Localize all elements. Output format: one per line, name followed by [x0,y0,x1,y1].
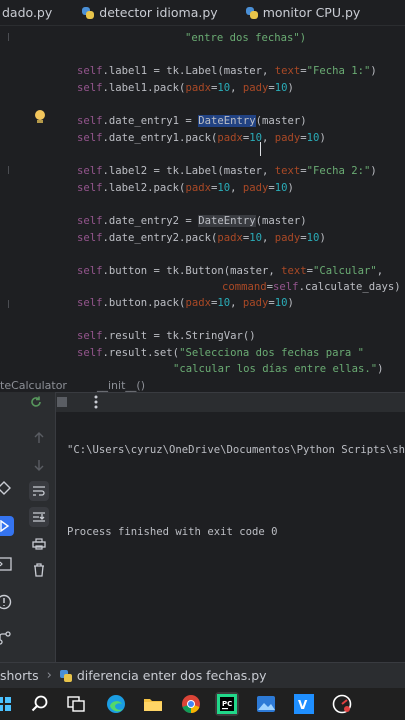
stop-icon[interactable] [52,392,72,412]
scroll-to-end-icon[interactable] [29,507,49,527]
code-line: self.label2 = tk.Label(master, text="Fec… [77,165,377,177]
code-line: self.label2.pack(padx=10, pady=10) [77,182,294,194]
python-file-icon [245,6,258,19]
text-cursor [260,142,266,156]
tab-label: monitor CPU.py [262,5,361,20]
svg-text:V: V [298,698,308,712]
print-icon[interactable] [29,534,49,554]
pycharm-icon[interactable]: PC [215,692,239,716]
navigation-bar: shorts › diferencia enter dos fechas.py [0,662,405,688]
task-view-icon[interactable] [64,692,88,716]
editor-breadcrumb[interactable]: teCalculator __init__() [0,380,405,392]
git-icon[interactable] [0,628,14,648]
code-line: self.date_entry1 = DateEntry(master) [77,115,307,127]
code-line: self.date_entry2.pack(padx=10, pady=10) [77,232,326,244]
python-file-icon [82,6,95,19]
python-packages-icon[interactable] [0,478,14,498]
edge-browser-icon[interactable] [104,692,128,716]
console-exit-message: Process finished with exit code 0 [67,526,278,538]
code-line: self.button.pack(padx=10, pady=10) [77,297,294,309]
code-line: self.label1.pack(padx=10, pady=10) [77,82,294,94]
code-line: self.label1 = tk.Label(master, text="Fec… [77,65,377,77]
chrome-icon[interactable] [179,692,203,716]
tab-label: detector idioma.py [99,5,218,20]
nav-folder[interactable]: shorts [0,668,39,683]
code-content: "entre dos fechas") self.label1 = tk.Lab… [0,27,405,375]
chevron-right-icon: › [46,668,52,683]
tool-window-strip [0,470,14,660]
nav-file[interactable]: diferencia enter dos fechas.py [77,668,267,683]
code-line: "entre dos fechas") [185,32,307,44]
arrow-up-icon[interactable] [29,428,49,448]
code-line: "calcular los días entre ellas.") [173,363,384,375]
python-file-icon [59,669,72,682]
svg-text:PC: PC [222,700,232,708]
code-line: self.result.set("Selecciona dos fechas p… [77,347,365,359]
code-line: command=self.calculate_days) [222,281,401,293]
trash-icon[interactable] [29,560,49,580]
console-command: "C:\Users\cyruz\OneDrive\Documentos\Pyth… [67,444,405,456]
code-editor[interactable]: "entre dos fechas") self.label1 = tk.Lab… [0,27,405,380]
arrow-down-icon[interactable] [29,455,49,475]
tab-dado[interactable]: dado.py [0,0,62,25]
run-window-icon[interactable] [0,516,14,536]
search-icon[interactable] [28,692,52,716]
highlighted-usage: DateEntry [198,215,256,227]
code-line: self.button = tk.Button(master, text="Ca… [77,265,384,277]
soft-wrap-icon[interactable] [29,481,49,501]
windows-start-icon[interactable] [0,692,16,716]
tab-detector-idioma[interactable]: detector idioma.py [62,0,227,25]
code-line: self.date_entry1.pack(padx=10, pady=10) [77,132,326,144]
terminal-icon[interactable] [0,554,14,574]
breadcrumb-class[interactable]: teCalculator [0,380,67,392]
file-explorer-icon[interactable] [141,692,165,716]
tab-monitor-cpu[interactable]: monitor CPU.py [228,0,371,25]
breadcrumb-method[interactable]: __init__() [97,380,145,392]
code-line: self.date_entry2 = DateEntry(master) [77,215,307,227]
console-output: "C:\Users\cyruz\OneDrive\Documentos\Pyth… [67,418,405,552]
problems-icon[interactable] [0,592,14,612]
visual-studio-icon[interactable]: V [292,692,316,716]
editor-tabs: dado.py detector idioma.py monitor CPU.p… [0,0,405,26]
windows-taskbar: PC V [0,688,405,720]
rerun-icon[interactable] [26,392,46,412]
selected-text: DateEntry [198,115,256,127]
tab-label: dado.py [2,5,53,20]
photos-icon[interactable] [254,692,278,716]
more-options-icon[interactable] [86,392,106,412]
code-line: self.result = tk.StringVar() [77,330,256,342]
speedometer-app-icon[interactable] [330,692,354,716]
